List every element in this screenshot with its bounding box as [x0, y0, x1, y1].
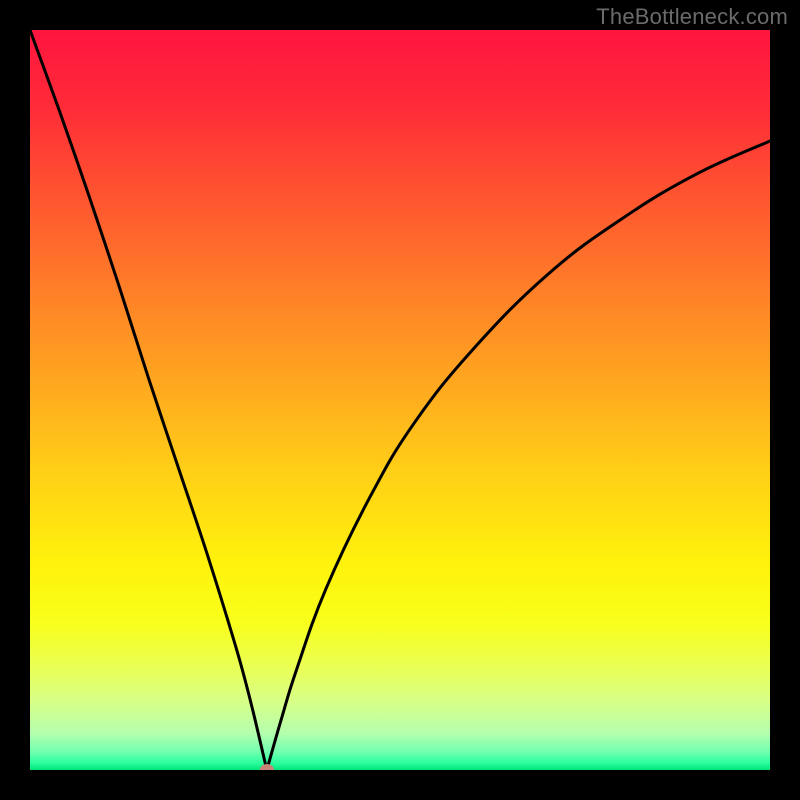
optimal-point-marker [260, 764, 274, 770]
curve-layer [30, 30, 770, 770]
bottleneck-curve [30, 30, 770, 770]
outer-frame: TheBottleneck.com [0, 0, 800, 800]
plot-area [30, 30, 770, 770]
watermark-text: TheBottleneck.com [596, 4, 788, 30]
